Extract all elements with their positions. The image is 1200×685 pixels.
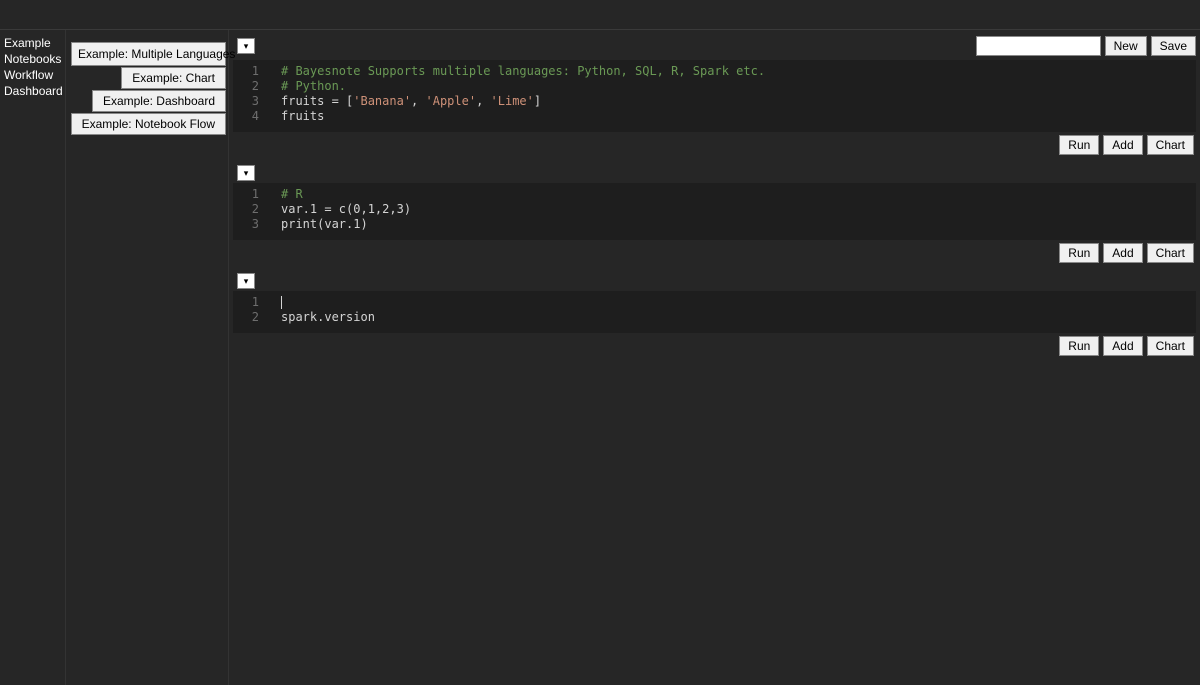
chart-button[interactable]: Chart	[1147, 135, 1194, 155]
line-gutter: 12	[233, 295, 271, 325]
cell-language-dropdown[interactable]: ▾	[237, 273, 255, 289]
code-cell: ▾12spark.versionRunAddChart	[233, 271, 1196, 356]
sidebar-item-example[interactable]: Example	[4, 35, 61, 51]
run-button[interactable]: Run	[1059, 336, 1099, 356]
sidebar-item-notebooks[interactable]: Notebooks	[4, 51, 61, 67]
cell-footer: RunAddChart	[233, 333, 1196, 356]
cell-1-language-dropdown[interactable]: ▾	[237, 38, 255, 54]
code-content[interactable]: # Rvar.1 = c(0,1,2,3)print(var.1)	[271, 187, 1196, 232]
code-cell: ▾123# Rvar.1 = c(0,1,2,3)print(var.1)Run…	[233, 163, 1196, 263]
new-button[interactable]: New	[1105, 36, 1147, 56]
text-cursor	[281, 296, 282, 309]
code-editor[interactable]: 123# Rvar.1 = c(0,1,2,3)print(var.1)	[233, 183, 1196, 240]
add-button[interactable]: Add	[1103, 336, 1142, 356]
cell-header: ▾	[233, 271, 1196, 291]
cell-footer: RunAddChart	[233, 240, 1196, 263]
example-multiple-languages-button[interactable]: Example: Multiple Languages	[71, 42, 226, 66]
sidebar-item-workflow[interactable]: Workflow	[4, 67, 61, 83]
sidebar-item-dashboard[interactable]: Dashboard	[4, 83, 61, 99]
notebook-toolbar: New Save	[976, 36, 1196, 56]
code-editor[interactable]: 12spark.version	[233, 291, 1196, 333]
sidebar-examples: Example: Multiple Languages Example: Cha…	[66, 30, 229, 685]
run-button[interactable]: Run	[1059, 243, 1099, 263]
cell-language-dropdown[interactable]: ▾	[237, 165, 255, 181]
code-cell: 1234# Bayesnote Supports multiple langua…	[233, 60, 1196, 155]
add-button[interactable]: Add	[1103, 135, 1142, 155]
top-bar	[0, 0, 1200, 30]
main-area: ▾ New Save 1234# Bayesnote Supports mult…	[229, 30, 1200, 685]
notebook-name-input[interactable]	[976, 36, 1101, 56]
chevron-down-icon: ▾	[244, 168, 249, 179]
save-button[interactable]: Save	[1151, 36, 1196, 56]
line-gutter: 123	[233, 187, 271, 232]
cell-header: ▾	[233, 163, 1196, 183]
add-button[interactable]: Add	[1103, 243, 1142, 263]
sidebar-primary: Example Notebooks Workflow Dashboard	[0, 30, 66, 685]
chevron-down-icon: ▾	[244, 41, 249, 52]
line-gutter: 1234	[233, 64, 271, 124]
run-button[interactable]: Run	[1059, 135, 1099, 155]
example-notebook-flow-button[interactable]: Example: Notebook Flow	[71, 113, 226, 135]
cell-footer: RunAddChart	[233, 132, 1196, 155]
code-editor[interactable]: 1234# Bayesnote Supports multiple langua…	[233, 60, 1196, 132]
code-content[interactable]: spark.version	[271, 295, 1196, 325]
chart-button[interactable]: Chart	[1147, 336, 1194, 356]
code-content[interactable]: # Bayesnote Supports multiple languages:…	[271, 64, 1196, 124]
chevron-down-icon: ▾	[244, 276, 249, 287]
example-dashboard-button[interactable]: Example: Dashboard	[92, 90, 226, 112]
chart-button[interactable]: Chart	[1147, 243, 1194, 263]
example-chart-button[interactable]: Example: Chart	[121, 67, 226, 89]
